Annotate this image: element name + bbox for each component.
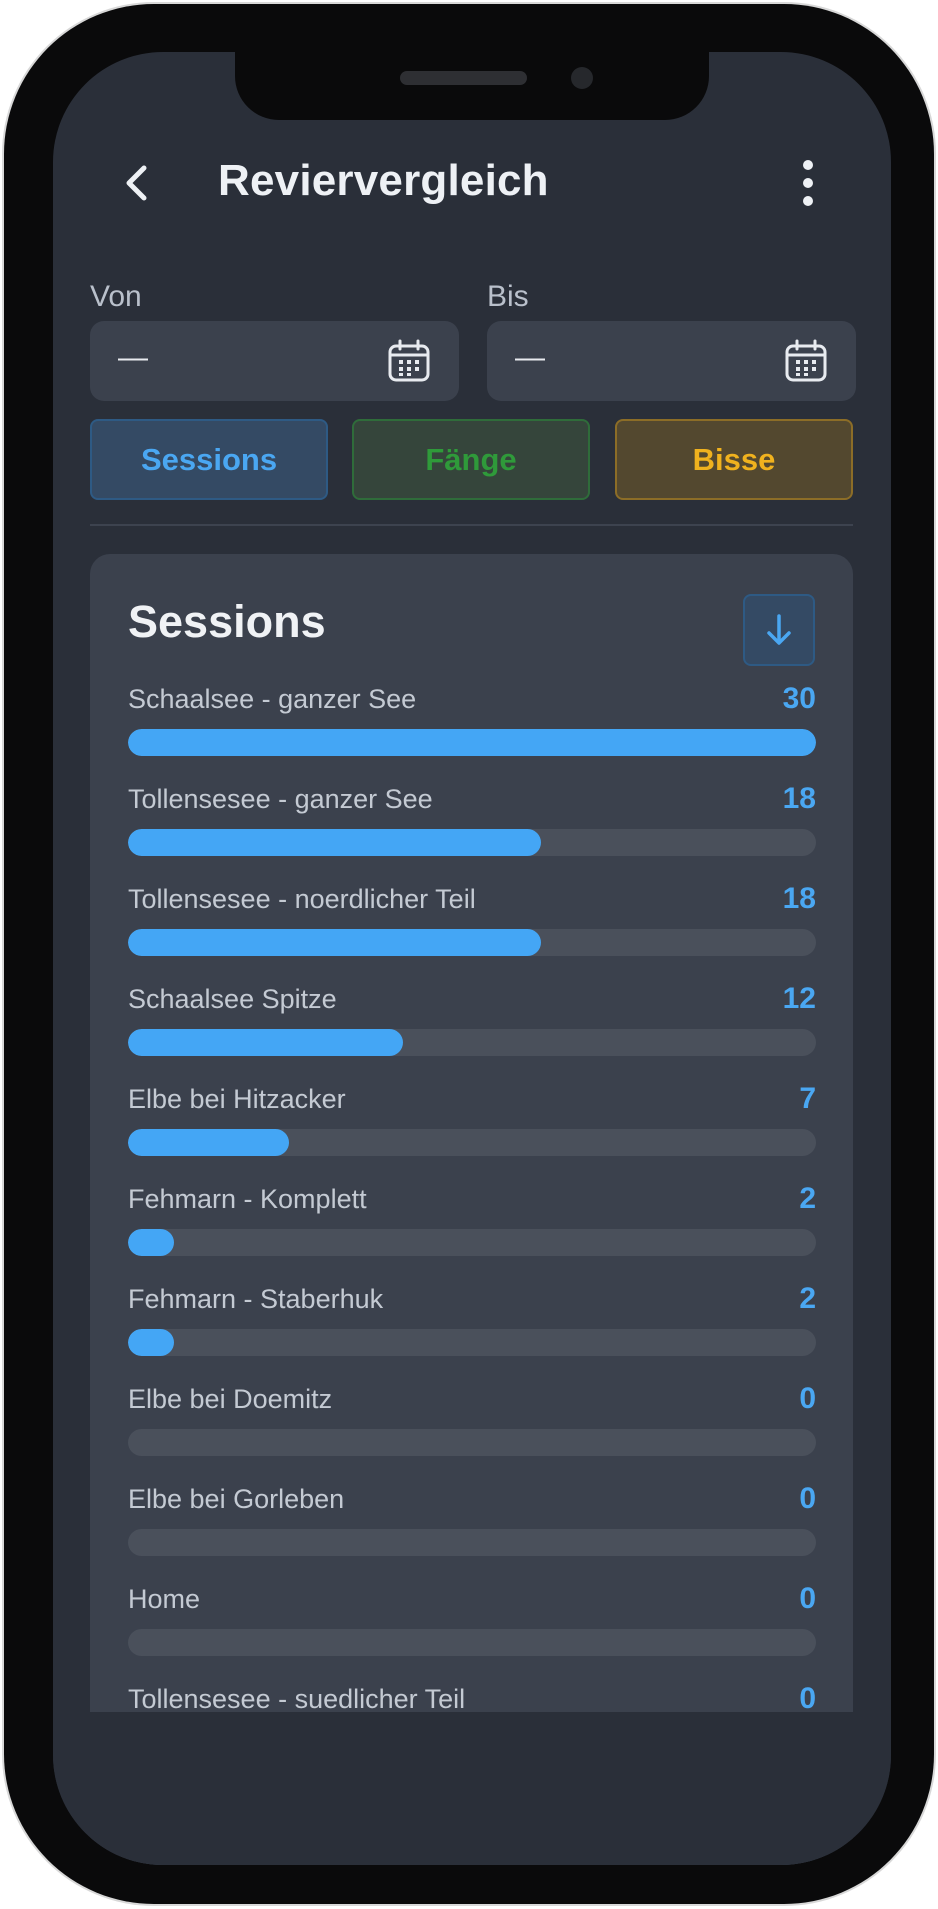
app-header: Reviervergleich: [53, 142, 891, 222]
progress-track: [128, 1129, 816, 1156]
list-item: Tollensesee - noerdlicher Teil 18: [128, 882, 816, 984]
more-vertical-icon: [803, 160, 813, 206]
list-item: Fehmarn - Komplett 2: [128, 1182, 816, 1284]
list-item: Elbe bei Hitzacker 7: [128, 1082, 816, 1184]
bottom-area: [53, 1712, 891, 1865]
item-count: 0: [799, 1582, 816, 1615]
chevron-left-icon: [126, 165, 147, 201]
list-item: Elbe bei Doemitz 0: [128, 1382, 816, 1484]
item-label: Schaalsee Spitze: [128, 984, 337, 1014]
item-label: Fehmarn - Komplett: [128, 1184, 367, 1214]
progress-track: [128, 1629, 816, 1656]
item-count: 2: [799, 1282, 816, 1315]
item-count: 2: [799, 1182, 816, 1215]
notch: [235, 52, 709, 120]
progress-track: [128, 1029, 816, 1056]
item-label: Elbe bei Doemitz: [128, 1384, 333, 1414]
progress-fill: [128, 1029, 404, 1056]
arrow-down-icon: [767, 614, 791, 645]
item-label: Home: [128, 1584, 201, 1614]
from-date-field[interactable]: —: [90, 321, 459, 401]
list-item: Schaalsee Spitze 12: [128, 982, 816, 1084]
item-count: 0: [799, 1482, 816, 1515]
item-count: 0: [799, 1382, 816, 1415]
to-date-label: Bis: [487, 280, 529, 313]
item-label: Tollensesee - noerdlicher Teil: [128, 884, 476, 914]
calendar-icon[interactable]: [387, 339, 431, 383]
item-label: Tollensesee - ganzer See: [128, 784, 433, 814]
sort-button[interactable]: [743, 594, 815, 666]
to-date-field[interactable]: —: [487, 321, 856, 401]
progress-fill: [128, 1129, 289, 1156]
progress-track: [128, 1429, 816, 1456]
progress-track: [128, 1329, 816, 1356]
app-screen: Reviervergleich Von — Bis — Sessions Fän…: [53, 52, 891, 1865]
item-label: Schaalsee - ganzer See: [128, 684, 417, 714]
progress-track: [128, 929, 816, 956]
progress-fill: [128, 729, 816, 756]
from-date-label: Von: [90, 280, 142, 313]
item-label: Elbe bei Hitzacker: [128, 1084, 346, 1114]
item-count: 18: [782, 782, 816, 815]
item-count: 18: [782, 882, 816, 915]
from-date-value: —: [118, 341, 148, 374]
tab-sessions[interactable]: Sessions: [90, 419, 328, 500]
phone-frame: Reviervergleich Von — Bis — Sessions Fän…: [4, 4, 934, 1904]
item-label: Fehmarn - Staberhuk: [128, 1284, 384, 1314]
progress-fill: [128, 929, 541, 956]
item-label: Elbe bei Gorleben: [128, 1484, 345, 1514]
progress-track: [128, 829, 816, 856]
divider: [90, 524, 853, 526]
list-item: Tollensesee - ganzer See 18: [128, 782, 816, 884]
list-item: Fehmarn - Staberhuk 2: [128, 1282, 816, 1384]
progress-fill: [128, 1329, 174, 1356]
session-list: Schaalsee - ganzer See 30 Tollensesee - ga…: [128, 682, 816, 1784]
page-title: Reviervergleich: [218, 156, 549, 205]
item-count: 7: [799, 1082, 816, 1115]
tab-faenge[interactable]: Fänge: [352, 419, 590, 500]
item-count: 30: [782, 682, 816, 715]
list-item: Home 0: [128, 1582, 816, 1684]
speaker: [400, 71, 527, 85]
item-label: Tollensesee - suedlicher Teil: [128, 1684, 466, 1714]
list-item: Elbe bei Gorleben 0: [128, 1482, 816, 1584]
progress-fill: [128, 829, 541, 856]
more-menu-button[interactable]: [793, 156, 823, 210]
list-item: Schaalsee - ganzer See 30: [128, 682, 816, 784]
front-camera: [571, 67, 593, 89]
item-count: 12: [782, 982, 816, 1015]
card-title: Sessions: [128, 596, 326, 647]
progress-track: [128, 1529, 816, 1556]
progress-fill: [128, 1229, 174, 1256]
back-button[interactable]: [113, 158, 163, 208]
calendar-icon[interactable]: [784, 339, 828, 383]
to-date-value: —: [515, 341, 545, 374]
progress-track: [128, 1229, 816, 1256]
progress-track: [128, 729, 816, 756]
sessions-card: Sessions Schaalsee - ganzer See 30 Tollens…: [90, 554, 853, 1865]
tab-bisse[interactable]: Bisse: [615, 419, 853, 500]
item-count: 0: [799, 1682, 816, 1715]
